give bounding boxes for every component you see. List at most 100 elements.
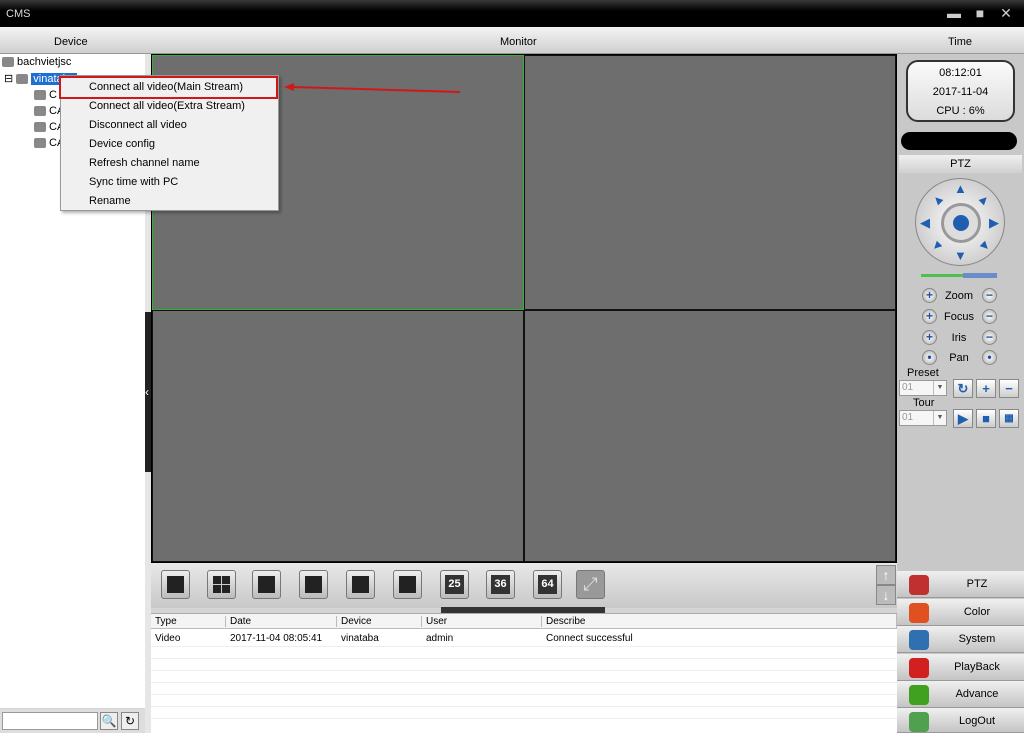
advance-icon — [909, 685, 929, 705]
refresh-icon[interactable]: ↻ — [121, 712, 139, 730]
time-header: Time — [948, 36, 973, 48]
nav-advance[interactable]: Advance — [897, 681, 1024, 708]
status-bar — [901, 132, 1017, 150]
ptz-speed-slider[interactable] — [921, 273, 997, 278]
tree-root-label: bachvietjsc — [17, 56, 72, 68]
menu-sync-time[interactable]: Sync time with PC — [89, 176, 178, 188]
focus-label: Focus — [944, 311, 974, 323]
search-icon[interactable]: 🔍 — [100, 712, 118, 730]
section-header: Device Monitor Time — [0, 27, 1024, 54]
layout-4-button[interactable] — [207, 570, 236, 599]
pan-right-button[interactable]: • — [982, 350, 997, 365]
collapse-icon[interactable]: ⊟ — [4, 73, 13, 85]
channel-label: C — [49, 89, 57, 101]
layout-toolbar: 25 36 64 ⤢ — [151, 563, 897, 608]
right-arrow-icon[interactable]: ▶ — [989, 216, 999, 229]
tour-stop-button[interactable]: ■ — [976, 409, 996, 428]
layout-16-button[interactable] — [393, 570, 422, 599]
up-left-arrow-icon[interactable]: ▲ — [928, 190, 948, 210]
ptz-title: PTZ — [899, 155, 1022, 173]
layout-64-button[interactable]: 64 — [533, 570, 562, 599]
log-header-row — [151, 614, 897, 629]
tour-label: Tour — [913, 397, 935, 409]
nav-label: PTZ — [966, 578, 988, 590]
layout-scroll: ↑ ↓ — [876, 565, 896, 606]
col-describe[interactable]: Describe — [541, 616, 585, 627]
log-table: Type Date Device User Describe Video 201… — [151, 613, 897, 733]
nav-playback[interactable]: PlayBack — [897, 654, 1024, 681]
down-arrow-icon[interactable]: ▼ — [954, 249, 967, 262]
monitor-header: Monitor — [500, 36, 537, 48]
fullscreen-button[interactable]: ⤢ — [576, 570, 605, 599]
cell-describe: Connect successful — [546, 633, 633, 644]
minimize-button[interactable]: ▬ — [946, 6, 962, 20]
menu-connect-extra[interactable]: Connect all video(Extra Stream) — [89, 100, 245, 112]
tree-root[interactable]: bachvietjsc — [2, 56, 71, 68]
context-menu: Connect all video(Main Stream) Connect a… — [59, 75, 279, 211]
color-icon — [909, 603, 929, 623]
search-input[interactable] — [2, 712, 98, 730]
window-title: CMS — [6, 8, 31, 20]
camera-icon — [34, 138, 46, 149]
menu-refresh-channel[interactable]: Refresh channel name — [89, 157, 200, 169]
nav-system[interactable]: System — [897, 626, 1024, 653]
tree-channel[interactable]: C — [34, 89, 57, 101]
zoom-out-button[interactable]: − — [982, 288, 997, 303]
search-bar: 🔍 ↻ — [0, 709, 145, 733]
down-right-arrow-icon[interactable]: ▼ — [975, 236, 995, 256]
close-button[interactable]: ✕ — [998, 6, 1014, 20]
tour-grid-button[interactable]: ▦ — [999, 409, 1019, 428]
system-icon — [909, 630, 929, 650]
iris-close-button[interactable]: − — [982, 330, 997, 345]
up-arrow-icon[interactable]: ▲ — [954, 182, 967, 195]
col-type[interactable]: Type — [151, 616, 177, 627]
scroll-up-button[interactable]: ↑ — [876, 565, 896, 585]
layout-8-button[interactable] — [346, 570, 375, 599]
preset-goto-button[interactable]: ↻ — [953, 379, 973, 398]
clock-time: 08:12:01 — [939, 67, 982, 79]
layout-6-button[interactable] — [252, 570, 281, 599]
cpu-usage: CPU : 6% — [936, 105, 985, 117]
down-left-arrow-icon[interactable]: ▼ — [928, 236, 948, 256]
tour-play-button[interactable]: ▶ — [953, 409, 973, 428]
nav-color[interactable]: Color — [897, 599, 1024, 626]
video-cell[interactable] — [524, 310, 896, 562]
preset-remove-button[interactable]: − — [999, 379, 1019, 398]
left-arrow-icon[interactable]: ◀ — [920, 216, 930, 229]
nav-label: PlayBack — [954, 661, 1000, 673]
preset-select[interactable]: 01 ▼ — [899, 380, 947, 396]
nav-label: Color — [963, 606, 991, 618]
zoom-label: Zoom — [944, 290, 974, 302]
menu-connect-main[interactable]: Connect all video(Main Stream) — [89, 81, 243, 93]
nav-ptz[interactable]: PTZ — [897, 571, 1024, 598]
pan-label: Pan — [949, 352, 969, 364]
tour-select[interactable]: 01 ▼ — [899, 410, 947, 426]
maximize-button[interactable]: ■ — [972, 6, 988, 20]
cell-type: Video — [155, 633, 181, 644]
nav-label: LogOut — [958, 715, 996, 727]
menu-rename[interactable]: Rename — [89, 195, 131, 207]
menu-disconnect[interactable]: Disconnect all video — [89, 119, 187, 131]
up-right-arrow-icon[interactable]: ▲ — [975, 190, 995, 210]
nav-logout[interactable]: LogOut — [897, 708, 1024, 733]
menu-device-config[interactable]: Device config — [89, 138, 155, 150]
scroll-down-button[interactable]: ↓ — [876, 585, 896, 605]
video-cell[interactable] — [152, 310, 524, 562]
annotation-arrow — [284, 83, 460, 93]
nav-label: System — [958, 633, 996, 645]
logout-icon — [909, 712, 929, 732]
device-header: Device — [54, 36, 88, 48]
layout-1-button[interactable] — [161, 570, 190, 599]
clock-display: 08:12:01 2017-11-04 CPU : 6% — [906, 60, 1015, 122]
focus-out-button[interactable]: − — [982, 309, 997, 324]
col-user[interactable]: User — [421, 616, 447, 627]
layout-36-button[interactable]: 36 — [486, 570, 515, 599]
preset-add-button[interactable]: + — [976, 379, 996, 398]
video-cell[interactable] — [524, 55, 896, 310]
cell-date: 2017-11-04 08:05:41 — [230, 633, 323, 644]
layout-9-button[interactable] — [299, 570, 328, 599]
layout-25-button[interactable]: 25 — [440, 570, 469, 599]
col-device[interactable]: Device — [336, 616, 372, 627]
nav-label: Advance — [955, 688, 999, 700]
col-date[interactable]: Date — [225, 616, 251, 627]
